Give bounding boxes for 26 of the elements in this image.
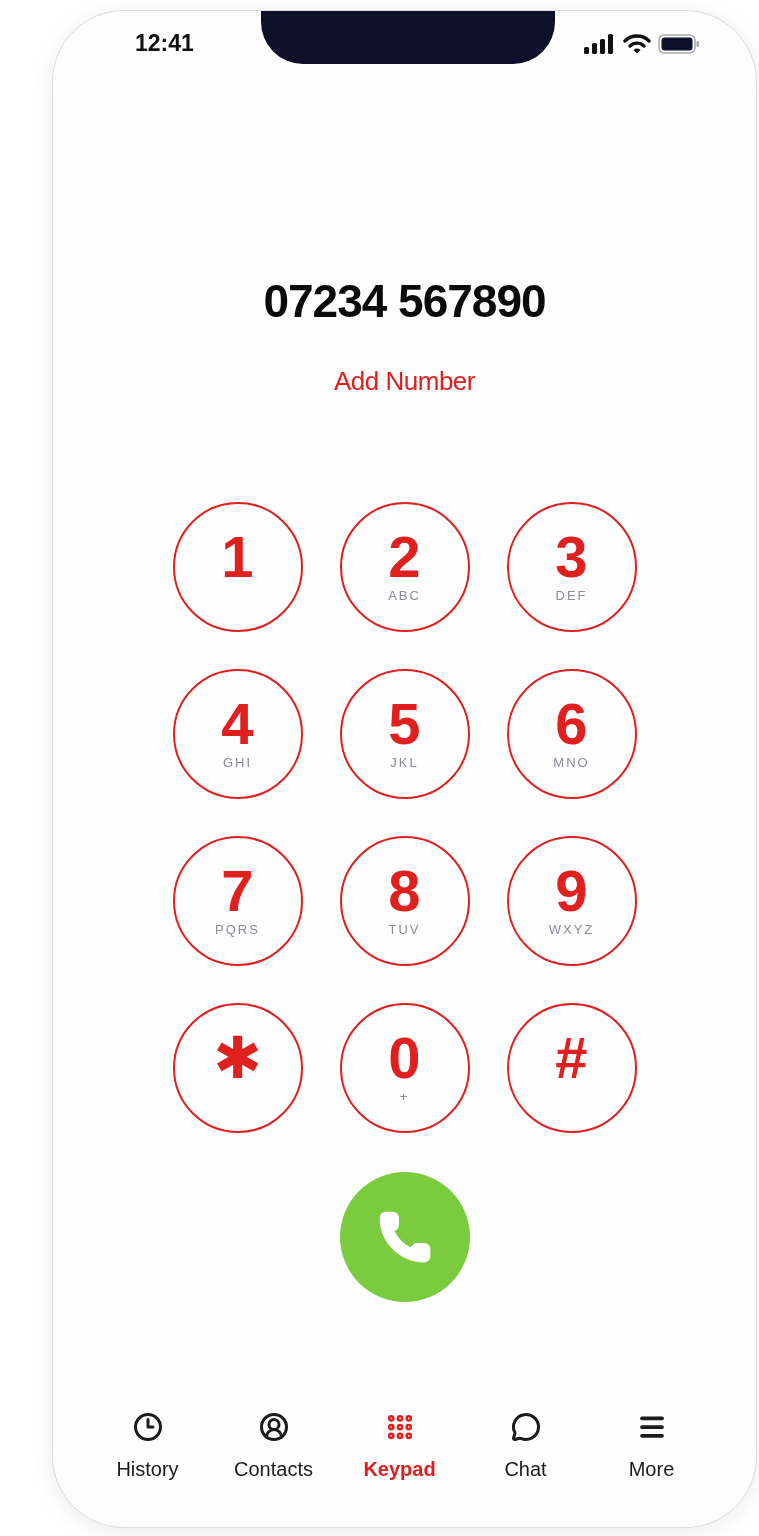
keypad-key[interactable]: 4 GHI bbox=[172, 669, 303, 799]
keypad-key[interactable]: # bbox=[506, 1003, 637, 1133]
wifi-icon bbox=[623, 33, 651, 54]
keypad-key[interactable]: 0 + bbox=[339, 1003, 470, 1133]
dialed-number: 07234 567890 bbox=[263, 276, 546, 326]
keypad-key[interactable]: 3 DEF bbox=[506, 502, 637, 632]
contacts-icon bbox=[258, 1412, 289, 1442]
clock-icon bbox=[132, 1412, 163, 1442]
keypad-key[interactable]: 9 WXYZ bbox=[506, 836, 637, 966]
keypad-key[interactable]: 1 bbox=[172, 502, 303, 632]
keypad-key[interactable]: 8 TUV bbox=[339, 836, 470, 966]
tab-item[interactable]: History bbox=[84, 1408, 211, 1485]
keypad-key[interactable]: 2 ABC bbox=[339, 502, 470, 632]
keypad-key[interactable]: 5 JKL bbox=[339, 669, 470, 799]
status-time: 12:41 bbox=[135, 30, 194, 57]
keypad-key[interactable]: 6 MNO bbox=[506, 669, 637, 799]
tab-item[interactable]: Keypad bbox=[336, 1408, 463, 1485]
keypad-key[interactable]: 7 PQRS bbox=[172, 836, 303, 966]
keypad-key[interactable]: ✱ bbox=[172, 1003, 303, 1133]
add-number-link[interactable]: Add Number bbox=[334, 366, 475, 396]
tab-item[interactable]: Chat bbox=[462, 1408, 589, 1485]
chat-bubble-icon bbox=[510, 1412, 541, 1442]
tab-item[interactable]: Contacts bbox=[210, 1408, 337, 1485]
battery-icon bbox=[658, 33, 700, 54]
tab-item[interactable]: More bbox=[588, 1408, 715, 1485]
signal-icon bbox=[584, 33, 616, 54]
